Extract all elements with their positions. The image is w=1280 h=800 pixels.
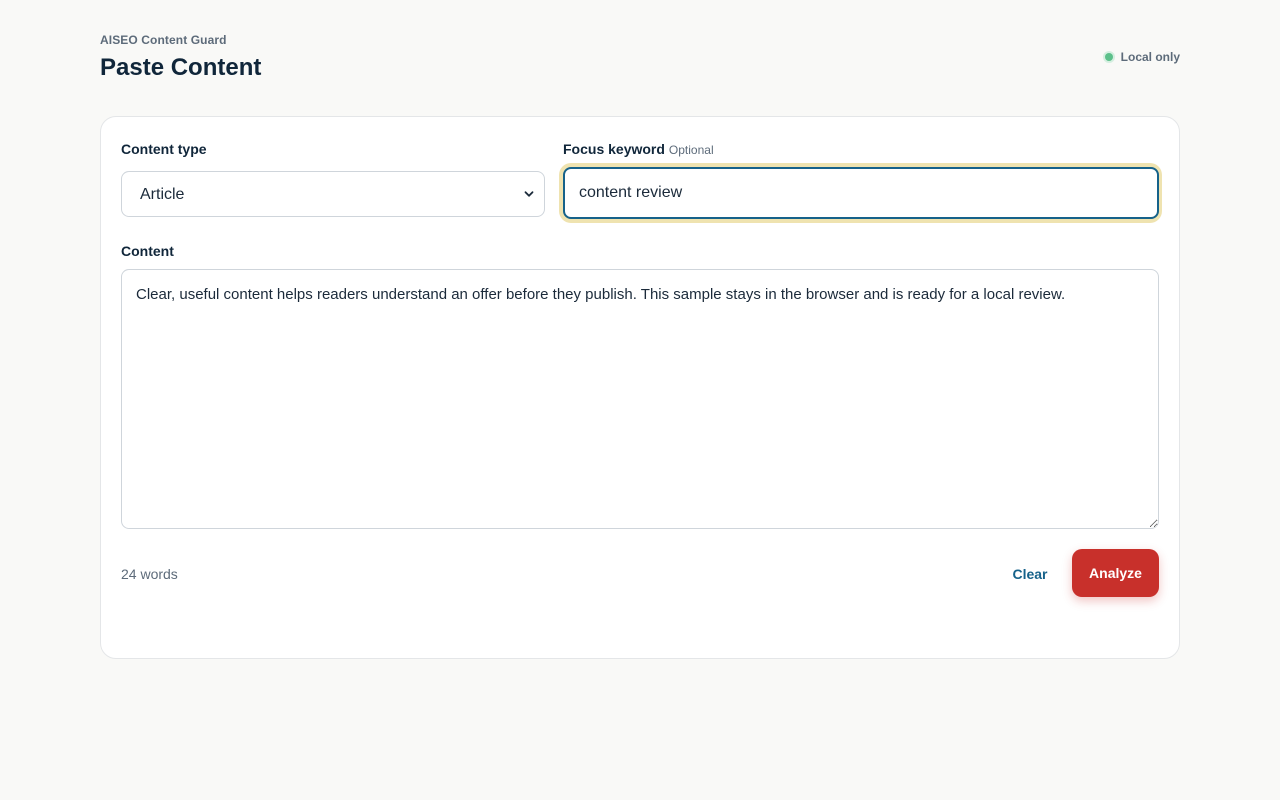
focus-keyword-label: Focus keyword Optional <box>563 141 714 157</box>
word-count: 24 words <box>121 566 178 582</box>
optional-tag: Optional <box>668 143 714 157</box>
status-text: Local only <box>1120 50 1180 64</box>
clear-button[interactable]: Clear <box>1001 551 1059 597</box>
status-badge: Local only <box>1104 50 1180 64</box>
chevron-down-icon <box>524 191 534 197</box>
content-label: Content <box>121 243 174 259</box>
content-type-select[interactable]: Article <box>121 171 545 217</box>
page: AISEO Content Guard Paste Content Local … <box>0 0 1280 800</box>
page-header: AISEO Content Guard Paste Content Local … <box>100 33 1180 82</box>
content-form-card: Content type Focus keyword Optional Artic… <box>100 116 1180 659</box>
content-type-selected-value: Article <box>140 186 185 203</box>
app-name: AISEO Content Guard <box>100 33 227 47</box>
content-label-text: Content <box>121 243 174 259</box>
content-textarea[interactable]: Clear, useful content helps readers unde… <box>121 269 1159 529</box>
page-title: Paste Content <box>100 54 262 81</box>
content-type-label: Content type <box>121 141 207 157</box>
status-dot-icon <box>1104 53 1113 61</box>
analyze-button[interactable]: Analyze <box>1072 549 1159 597</box>
focus-keyword-input[interactable] <box>563 167 1159 219</box>
focus-keyword-label-text: Focus keyword <box>563 141 665 157</box>
content-type-label-text: Content type <box>121 141 207 157</box>
